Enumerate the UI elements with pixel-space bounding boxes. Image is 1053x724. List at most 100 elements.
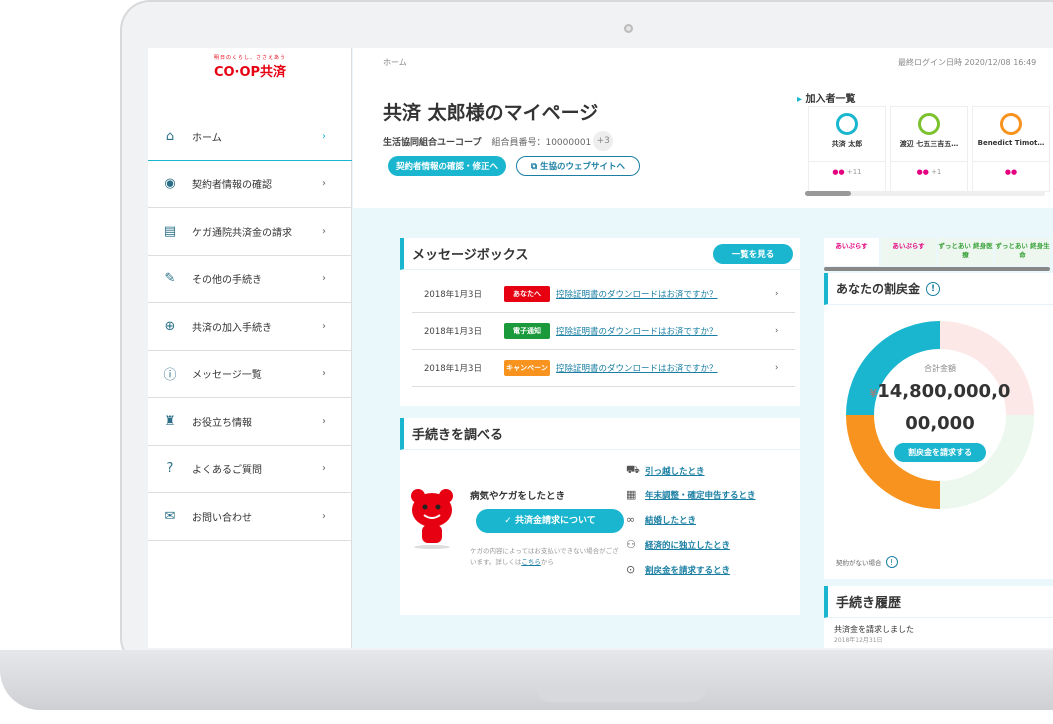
sidebar-item[interactable]: ⌂ ホーム › <box>148 113 352 161</box>
history-panel: 手続き履歴 共済金を請求しました 2018年12月31日 <box>824 586 1053 648</box>
avatar-icon <box>918 113 940 135</box>
history-item[interactable]: 共済金を請求しました <box>824 618 1053 635</box>
product-tab[interactable]: あいぷらす <box>881 238 936 266</box>
claim-info-button[interactable]: ✓ 共済金請求について <box>476 509 624 533</box>
info-icon[interactable]: ! <box>885 556 898 568</box>
screen: 明日のくらし、ささえあう CO·OP共済 ⌂ ホーム › ◉ 契約者情報の確認 › ▤ ケガ通院… <box>148 48 1053 648</box>
sick-title: 病気やケガをしたとき <box>470 491 566 502</box>
chevron-right-icon: › <box>322 178 326 190</box>
amount-line1: 14,800,000,0 <box>877 381 1011 402</box>
procedures-title: 手続きを調べる <box>400 418 800 450</box>
more-members-badge[interactable]: +3 <box>593 131 614 151</box>
message-row[interactable]: 2018年1月3日 キャンペーン 控除証明書のダウンロードはお済ですか？ › <box>412 350 795 387</box>
coop-website-button[interactable]: ⧉ 生協のウェブサイトへ <box>516 156 641 176</box>
sidebar-item[interactable]: ? よくあるご質問 › <box>148 446 352 493</box>
message-date: 2018年1月3日 <box>424 364 482 374</box>
mascot-bear-image <box>408 488 458 549</box>
product-logo-icon: ●● <box>1004 168 1018 176</box>
logo-text: CO·OP共済 <box>213 65 287 80</box>
members-scrollbar[interactable] <box>805 191 1045 196</box>
procedure-link-label: 結婚したとき <box>645 515 697 526</box>
sidebar-item-label: 契約者情報の確認 <box>192 180 272 192</box>
member-card[interactable]: 共済 太郎 ●● +11 <box>808 106 886 192</box>
sidebar-item[interactable]: ▤ ケガ通院共済金の請求 › <box>148 208 352 256</box>
document-icon: ▤ <box>163 223 177 239</box>
sidebar-item-label: メッセージ一覧 <box>192 370 262 382</box>
sidebar-item-label: ケガ通院共済金の請求 <box>192 227 292 239</box>
sidebar-item[interactable]: ◉ 契約者情報の確認 › <box>148 161 352 208</box>
message-date: 2018年1月3日 <box>424 290 482 300</box>
message-row[interactable]: 2018年1月3日 電子通知 控除証明書のダウンロードはお済ですか？ › <box>412 313 795 350</box>
edit-contract-button[interactable]: 契約者情報の確認・修正へ <box>388 156 507 176</box>
sidebar-item[interactable]: ✉ お問い合わせ › <box>148 493 352 541</box>
plus-circle-icon: ⊕ <box>164 318 176 334</box>
procedure-link[interactable]: ▦ 年末調整・確定申告するとき <box>626 488 756 501</box>
sidebar-item[interactable]: ⊕ 共済の加入手続き › <box>148 303 352 351</box>
product-logo-icon: ●● <box>916 168 929 176</box>
chevron-right-icon: › <box>775 289 779 299</box>
member-name: 共済 太郎 <box>831 140 863 148</box>
refund-title: あなたの割戻金 <box>836 282 921 296</box>
product-tab[interactable]: ずっとあい 終身医療 <box>938 238 993 266</box>
avatar-icon <box>1000 113 1022 135</box>
question-icon: ? <box>166 461 174 477</box>
claim-refund-button[interactable]: 割戻金を請求する <box>894 443 986 462</box>
product-tab[interactable]: ずっとあい 終身生命 <box>995 238 1050 266</box>
product-tab[interactable]: あいぷらす <box>824 238 879 266</box>
claim-info-label: 共済金請求について <box>514 516 596 526</box>
member-number: 組合員番号：10000001 <box>491 137 592 148</box>
procedure-link[interactable]: ⛟ 引っ越したとき <box>626 463 705 478</box>
procedure-link-label: 割戻金を請求するとき <box>645 565 731 576</box>
truck-icon: ⛟ <box>626 463 640 476</box>
sidebar-item-label: 共済の加入手続き <box>192 322 272 334</box>
coop-website-label: 生協のウェブサイトへ <box>540 162 626 172</box>
info-icon[interactable]: ! <box>926 281 941 296</box>
member-products: ●● +11 <box>809 161 885 176</box>
claim-note: ケガの内容によってはお支払いできない場合がございます。詳しくはこちらから <box>470 547 619 566</box>
page-title: 共済 太郎様のマイページ <box>383 102 599 124</box>
sidebar-item-label: ホーム <box>192 132 222 144</box>
message-date: 2018年1月3日 <box>424 327 482 337</box>
details-link[interactable]: こちら <box>521 558 541 566</box>
scrollbar-thumb[interactable] <box>805 191 851 196</box>
caret-icon: ▸ <box>797 94 806 105</box>
chevron-right-icon: › <box>322 415 326 427</box>
procedure-link[interactable]: ∞ 結婚したとき <box>626 513 696 526</box>
member-products: ●● +1 <box>891 161 967 176</box>
product-logo-icon: ●● <box>832 168 845 176</box>
lighthouse-icon: ♜ <box>164 413 176 429</box>
sidebar: 明日のくらし、ささえあう CO·OP共済 ⌂ ホーム › ◉ 契約者情報の確認 › ▤ ケガ通院… <box>148 48 352 648</box>
view-all-button[interactable]: 一覧を見る <box>713 244 793 264</box>
sidebar-item[interactable]: ⓘ メッセージ一覧 › <box>148 351 352 398</box>
procedures-panel: 手続きを調べる 病気やケガをしたとき ✓ 共済金請求について ケガの内容によって… <box>400 418 800 615</box>
sidebar-item-label: その他の手続き <box>192 275 262 287</box>
procedure-link-label: 引っ越したとき <box>645 466 705 477</box>
breadcrumb[interactable]: ホーム <box>383 57 407 68</box>
sidebar-item-label: よくあるご質問 <box>192 465 262 477</box>
chevron-right-icon: › <box>322 368 326 380</box>
procedure-link[interactable]: ⊙ 割戻金を請求するとき <box>626 563 730 576</box>
laptop-base <box>0 650 1053 710</box>
member-card[interactable]: 渡辺 七五三吉五… ●● +1 <box>890 106 968 192</box>
rings-icon: ∞ <box>626 513 636 526</box>
sidebar-item[interactable]: ✎ その他の手続き › <box>148 256 352 303</box>
product-tabs-scrollbar[interactable] <box>824 267 1050 271</box>
members-title: 加入者一覧 <box>805 94 856 105</box>
message-tag: あなたへ <box>504 286 550 302</box>
logo-tagline: 明日のくらし、ささえあう <box>213 55 286 61</box>
edit-icon: ✎ <box>164 271 176 287</box>
message-link[interactable]: 控除証明書のダウンロードはお済ですか？ <box>556 325 775 337</box>
message-link[interactable]: 控除証明書のダウンロードはお済ですか？ <box>556 362 775 374</box>
procedure-link[interactable]: ⚇ 経済的に独立したとき <box>626 538 730 551</box>
chevron-right-icon: › <box>775 363 779 373</box>
chevron-right-icon: › <box>322 463 326 475</box>
external-link-icon: ⧉ <box>531 162 541 172</box>
member-card[interactable]: Benedict Timot… ●● <box>972 106 1050 192</box>
chevron-right-icon: › <box>322 510 326 522</box>
sidebar-item[interactable]: ♜ お役立ち情報 › <box>148 398 352 446</box>
chevron-right-icon: › <box>775 326 779 336</box>
message-row[interactable]: 2018年1月3日 あなたへ 控除証明書のダウンロードはお済ですか？ › <box>412 276 795 313</box>
message-link[interactable]: 控除証明書のダウンロードはお済ですか？ <box>556 288 775 300</box>
family-icon: ⚇ <box>626 538 636 551</box>
coop-logo[interactable]: 明日のくらし、ささえあう CO·OP共済 <box>148 54 352 80</box>
